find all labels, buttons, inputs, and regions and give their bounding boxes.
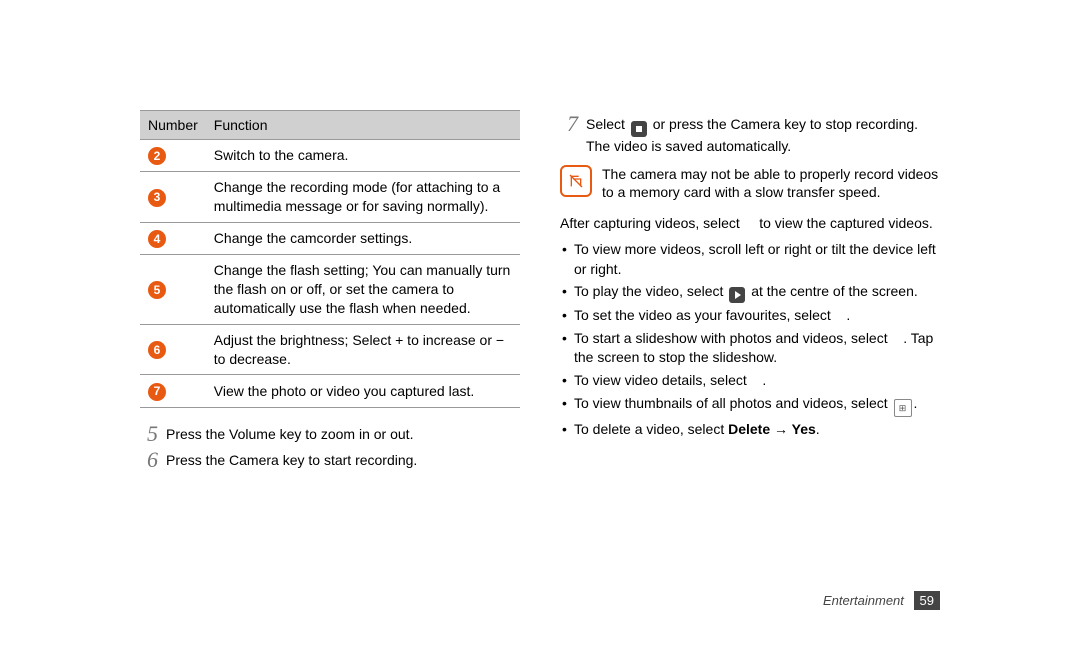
list-item: To play the video, select at the centre … [560, 282, 940, 303]
step-text: Press the Camera key to start recording. [166, 448, 520, 471]
step-text: Select or press the Camera key to stop r… [586, 112, 940, 157]
bullet-list: To view more videos, scroll left or righ… [560, 240, 940, 439]
text: After capturing videos, select [560, 215, 744, 231]
text: Select [586, 116, 629, 132]
list-item: To start a slideshow with photos and vid… [560, 329, 940, 368]
text: . [816, 421, 820, 437]
row-function: Switch to the camera. [206, 140, 520, 172]
step-text: Press the Volume key to zoom in or out. [166, 422, 520, 445]
note-icon [560, 165, 592, 197]
table-row: 6 Adjust the brightness; Select + to inc… [140, 324, 520, 375]
list-item: To set the video as your favourites, sel… [560, 306, 940, 326]
text: To view thumbnails of all photos and vid… [574, 395, 892, 411]
note-text: The camera may not be able to properly r… [602, 165, 940, 203]
table-row: 2 Switch to the camera. [140, 140, 520, 172]
text: To view video details, select [574, 372, 751, 388]
row-function: Change the recording mode (for attaching… [206, 172, 520, 223]
text: . [762, 372, 766, 388]
after-capture-text: After capturing videos, select to view t… [560, 214, 940, 234]
text: To start a slideshow with photos and vid… [574, 330, 892, 346]
page-footer: Entertainment 59 [823, 591, 940, 610]
step-number: 5 [140, 422, 158, 446]
list-item: To delete a video, select Delete → Yes. [560, 420, 940, 440]
text: or press the Camera key to stop recordin… [649, 116, 918, 132]
stop-icon [631, 121, 647, 137]
text: To view more videos, scroll left or righ… [574, 241, 936, 277]
function-table: Number Function 2 Switch to the camera. … [140, 110, 520, 408]
table-row: 7 View the photo or video you captured l… [140, 375, 520, 407]
text: To set the video as your favourites, sel… [574, 307, 835, 323]
row-number: 7 [148, 383, 166, 401]
page-number: 59 [914, 591, 940, 610]
delete-yes: Delete → Yes [728, 421, 816, 437]
row-function: Change the camcorder settings. [206, 222, 520, 254]
text: to view the captured videos. [755, 215, 932, 231]
col-function: Function [206, 111, 520, 140]
row-number: 3 [148, 189, 166, 207]
table-row: 3 Change the recording mode (for attachi… [140, 172, 520, 223]
text: The video is saved automatically. [586, 138, 791, 154]
row-number: 2 [148, 147, 166, 165]
table-row: 5 Change the flash setting; You can manu… [140, 254, 520, 324]
text: . [914, 395, 918, 411]
text: at the centre of the screen. [747, 283, 917, 299]
col-number: Number [140, 111, 206, 140]
step-7: 7 Select or press the Camera key to stop… [560, 112, 940, 157]
text: . [846, 307, 850, 323]
row-function: View the photo or video you captured las… [206, 375, 520, 407]
row-function: Change the flash setting; You can manual… [206, 254, 520, 324]
step-number: 7 [560, 112, 578, 136]
row-number: 5 [148, 281, 166, 299]
text: To delete a video, select [574, 421, 728, 437]
step-number: 6 [140, 448, 158, 472]
row-number: 4 [148, 230, 166, 248]
list-item: To view video details, select . [560, 371, 940, 391]
note: The camera may not be able to properly r… [560, 165, 940, 203]
list-item: To view more videos, scroll left or righ… [560, 240, 940, 279]
row-function: Adjust the brightness; Select + to incre… [206, 324, 520, 375]
text: To play the video, select [574, 283, 727, 299]
section-name: Entertainment [823, 593, 904, 608]
row-number: 6 [148, 341, 166, 359]
table-row: 4 Change the camcorder settings. [140, 222, 520, 254]
thumbnails-icon: ⊞ [894, 399, 912, 417]
list-item: To view thumbnails of all photos and vid… [560, 394, 940, 417]
step-6: 6 Press the Camera key to start recordin… [140, 448, 520, 472]
step-5: 5 Press the Volume key to zoom in or out… [140, 422, 520, 446]
play-icon [729, 287, 745, 303]
